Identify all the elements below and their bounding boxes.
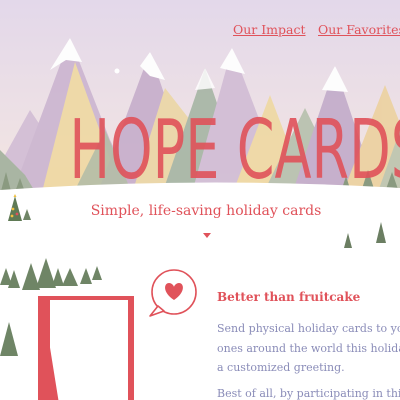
paragraph-line: Send physical holiday cards to your frie… [217,322,400,335]
paragraph-line: a customized greeting. [217,361,345,374]
feature-paragraph: Send physical holiday cards to your frie… [217,319,400,379]
chevron-down-icon[interactable] [203,233,211,238]
hero-title: HOPE CARDS [69,103,400,198]
feature-heading: Better than fruitcake [217,290,361,304]
hero-subtitle: Simple, life-saving holiday cards [90,203,322,219]
card-illustration [38,296,134,400]
paragraph-line: ones around the world this holiday seaso [217,341,400,355]
page: Our Impact Our Favorites HOPE CARDS Simp… [0,0,400,400]
feature-paragraph-2: Best of all, by participating in this ca… [217,387,400,400]
nav-link-our-impact[interactable]: Our Impact [233,22,306,37]
nav-link-our-favorites[interactable]: Our Favorites [318,22,400,37]
moon [114,68,120,74]
top-navigation: Our Impact Our Favorites [0,22,400,42]
